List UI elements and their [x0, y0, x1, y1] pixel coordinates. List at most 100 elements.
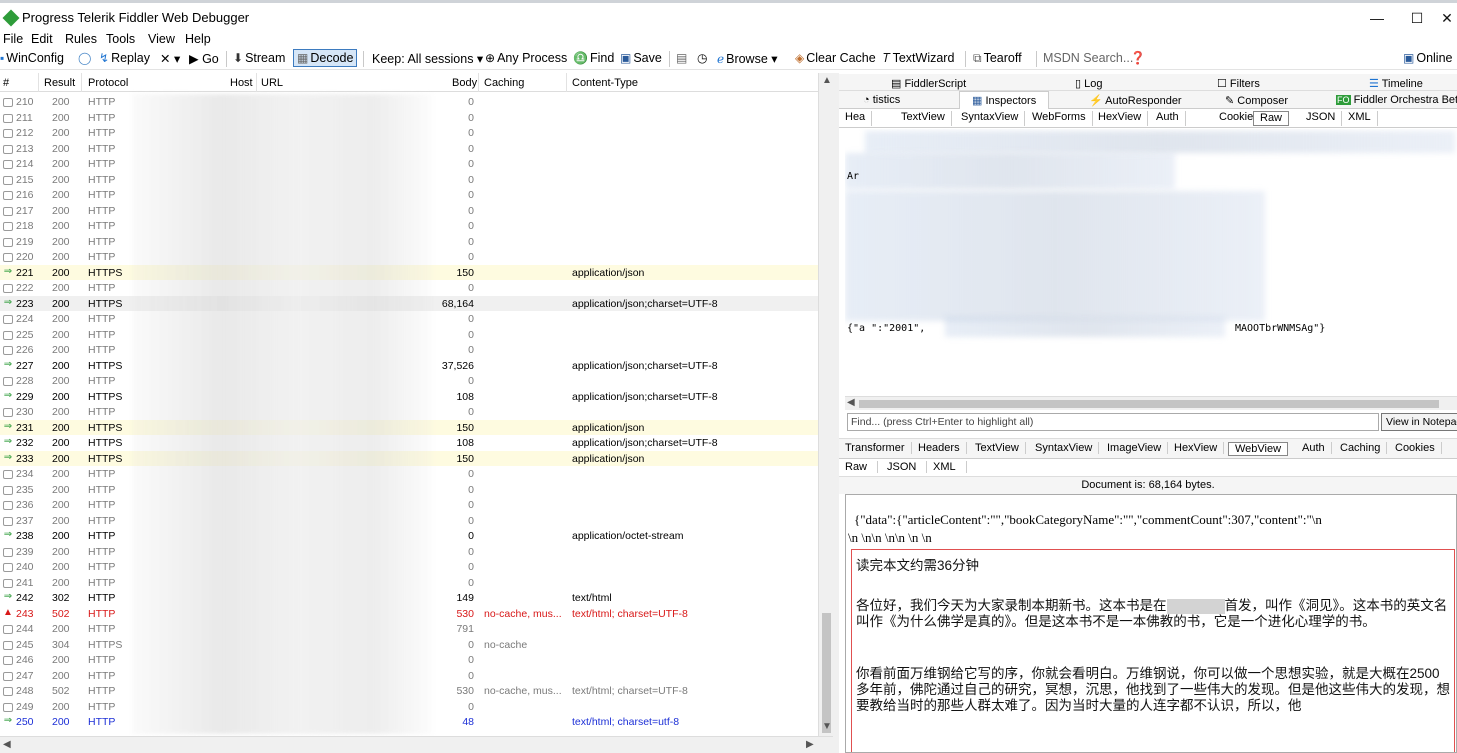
scroll-right-icon[interactable]: ▶ — [806, 739, 814, 750]
menu-edit[interactable]: Edit — [31, 32, 53, 46]
session-content-type: application/json;charset=UTF-8 — [572, 390, 718, 403]
resp-tab-transformer[interactable]: Transformer — [839, 442, 912, 454]
req-tab-xml[interactable]: XML — [1342, 111, 1378, 126]
resp-tab-auth[interactable]: Auth — [1296, 442, 1332, 454]
session-number: 234 — [16, 468, 34, 480]
find-button[interactable]: ♎ Find — [573, 51, 614, 65]
any-process-button[interactable]: ⊕ Any Process — [485, 51, 567, 65]
tab-log[interactable]: ▯ Log — [1075, 77, 1102, 90]
resp-tab-headers[interactable]: Headers — [912, 442, 967, 454]
clear-cache-button[interactable]: ◈ Clear Cache — [795, 51, 876, 65]
maximize-button[interactable]: ☐ — [1397, 7, 1437, 29]
tab-inspectors[interactable]: ▦ Inspectors — [959, 91, 1050, 109]
req-tab-raw[interactable]: Raw — [1253, 111, 1290, 126]
browse-button[interactable]: ℯ Browse ▾ — [717, 51, 778, 66]
session-number: 220 — [16, 251, 34, 263]
screenshot-button[interactable]: ▤ — [676, 51, 689, 65]
col-body[interactable]: Body — [452, 77, 477, 89]
tab-statistics[interactable]: ◔ tistics — [863, 94, 900, 106]
session-number: 210 — [16, 96, 34, 108]
session-protocol: HTTP — [88, 111, 116, 124]
menu-tools[interactable]: Tools — [106, 32, 135, 46]
col-url[interactable]: URL — [261, 77, 283, 89]
tab-filters[interactable]: ☐ Filters — [1217, 77, 1260, 90]
column-divider — [256, 73, 257, 92]
pane-splitter[interactable] — [833, 73, 839, 753]
stream-button[interactable]: ⬇ Stream — [233, 51, 285, 65]
replay-button[interactable]: ↯ Replay — [99, 51, 150, 65]
online-indicator[interactable]: ▣ Online — [1403, 51, 1452, 65]
tab-timeline[interactable]: ☰ Timeline — [1369, 77, 1423, 90]
menu-view[interactable]: View — [148, 32, 175, 46]
menu-file[interactable]: File — [3, 32, 23, 46]
scroll-up-icon[interactable]: ▲ — [822, 75, 832, 86]
req-tab-headers[interactable]: Hea — [839, 111, 873, 126]
comment-button[interactable]: ◯ — [78, 51, 93, 65]
col-result[interactable]: Result — [44, 77, 75, 89]
resp-tab-hexview[interactable]: HexView — [1168, 442, 1225, 454]
scroll-thumb[interactable] — [822, 613, 831, 733]
resp-tab-caching[interactable]: Caching — [1334, 442, 1388, 454]
decode-button[interactable]: ▦ Decode — [293, 49, 358, 67]
tab-fiddler-orchestra[interactable]: FO Fiddler Orchestra Beta — [1336, 94, 1457, 106]
textwizard-button[interactable]: 𝑇 TextWizard — [883, 51, 954, 66]
col-content-type[interactable]: Content-Type — [572, 77, 638, 89]
req-tab-auth[interactable]: Auth — [1150, 111, 1186, 126]
find-input[interactable]: Find... (press Ctrl+Enter to highlight a… — [847, 413, 1379, 431]
go-button[interactable]: ▶ Go — [189, 51, 219, 66]
col-protocol[interactable]: Protocol — [88, 77, 128, 89]
scroll-down-icon[interactable]: ▼ — [822, 721, 832, 732]
request-hscrollbar[interactable]: ◀ — [845, 396, 1457, 410]
session-number: 223 — [16, 297, 34, 310]
col-host[interactable]: Host — [230, 77, 253, 89]
session-protocol: HTTP — [88, 142, 116, 155]
tearoff-button[interactable]: ⧉ Tearoff — [973, 51, 1022, 66]
resp-tab-raw[interactable]: Raw — [839, 461, 879, 473]
session-list-vscrollbar[interactable]: ▲ ▼ — [818, 73, 833, 737]
req-tab-json[interactable]: JSON — [1300, 111, 1343, 126]
resp-tab-textview[interactable]: TextView — [969, 442, 1026, 454]
menu-help[interactable]: Help — [185, 32, 211, 46]
session-result: 502 — [52, 607, 70, 620]
request-raw-pane[interactable]: Ar {"a ":"2001", MAOOTbrWNMSAg"} — [845, 129, 1457, 396]
request-json-start: {"a ":"2001", — [847, 323, 926, 334]
resp-tab-json[interactable]: JSON — [881, 461, 928, 473]
column-divider — [566, 73, 567, 92]
req-tab-syntaxview[interactable]: SyntaxView — [955, 111, 1026, 126]
orchestra-icon: FO — [1336, 95, 1351, 105]
timer-button[interactable]: ◷ — [697, 51, 709, 65]
resp-tab-cookies[interactable]: Cookies — [1389, 442, 1442, 454]
resp-tab-xml[interactable]: XML — [927, 461, 967, 473]
timeline-icon: ☰ — [1369, 78, 1379, 90]
help-icon[interactable]: ❓ — [1130, 51, 1146, 66]
response-webview[interactable]: {"data":{"articleContent":"","bookCatego… — [845, 494, 1457, 753]
minimize-button[interactable]: — — [1357, 7, 1397, 29]
session-number: 240 — [16, 561, 34, 573]
tab-autoresponder[interactable]: ⚡ AutoResponder — [1089, 94, 1182, 107]
session-list-hscrollbar[interactable]: ◀ ▶ — [0, 736, 833, 753]
remove-button[interactable]: ✕ ▾ — [160, 51, 180, 66]
tab-composer[interactable]: ✎ Composer — [1225, 94, 1288, 107]
msdn-search-input[interactable]: MSDN Search... — [1043, 51, 1133, 65]
scroll-left-icon[interactable]: ◀ — [847, 397, 855, 408]
scroll-thumb[interactable] — [859, 400, 1439, 408]
title-bar: Progress Telerik Fiddler Web Debugger — … — [0, 0, 1457, 31]
keep-sessions-dropdown[interactable]: Keep: All sessions ▾ — [372, 51, 483, 66]
scroll-left-icon[interactable]: ◀ — [3, 739, 11, 750]
resp-tab-imageview[interactable]: ImageView — [1101, 442, 1169, 454]
session-result: 200 — [52, 499, 70, 511]
col-caching[interactable]: Caching — [484, 77, 524, 89]
menu-rules[interactable]: Rules — [65, 32, 97, 46]
req-tab-hexview[interactable]: HexView — [1092, 111, 1149, 126]
col-number[interactable]: # — [3, 77, 9, 89]
tab-fiddlerscript[interactable]: ▤ FiddlerScript — [891, 77, 966, 90]
resp-tab-syntaxview[interactable]: SyntaxView — [1029, 442, 1100, 454]
winconfig-button[interactable]: ▪ WinConfig — [0, 51, 64, 65]
session-number: 231 — [16, 421, 34, 434]
resp-tab-webview[interactable]: WebView — [1228, 442, 1289, 456]
save-button[interactable]: ▣ Save — [620, 51, 662, 65]
view-in-notepad-button[interactable]: View in Notepad — [1381, 413, 1457, 431]
close-button[interactable]: ✕ — [1437, 7, 1457, 29]
req-tab-textview[interactable]: TextView — [895, 111, 952, 126]
req-tab-webforms[interactable]: WebForms — [1026, 111, 1093, 126]
